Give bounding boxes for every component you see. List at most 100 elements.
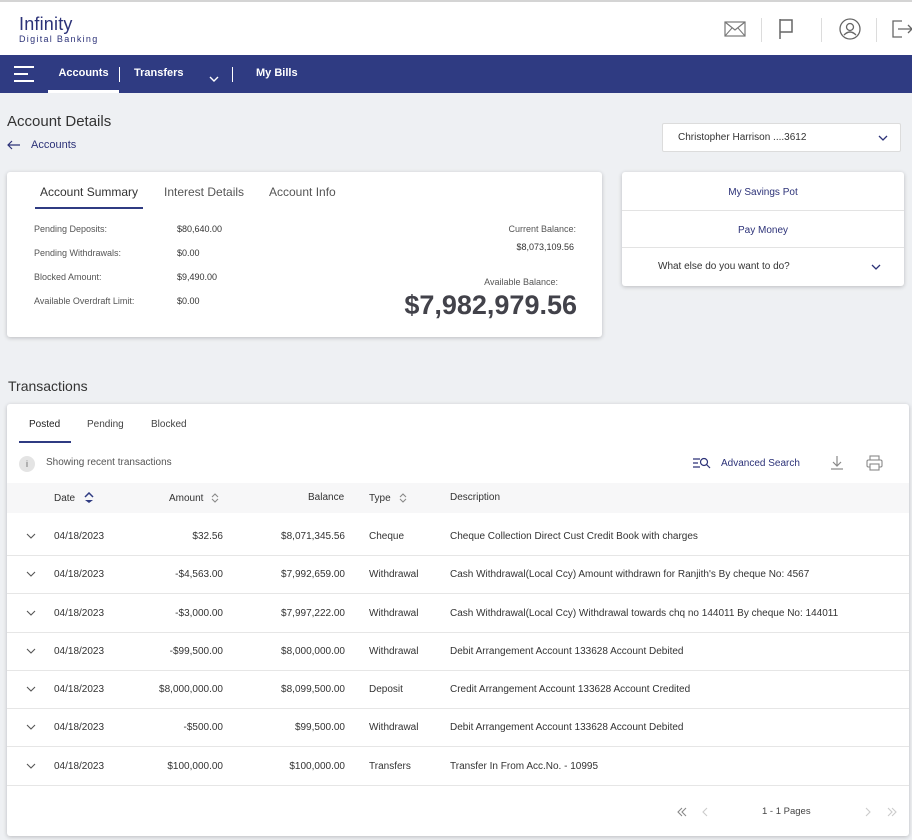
cell-date: 04/18/2023	[54, 722, 105, 733]
cell-description: Cheque Collection Direct Cust Credit Boo…	[450, 531, 698, 542]
chevron-down-icon[interactable]	[26, 686, 36, 693]
cell-amount: $32.56	[192, 531, 223, 542]
cell-date: 04/18/2023	[54, 608, 105, 619]
table-row[interactable]: 04/18/2023 $32.56 $8,071,345.56 Cheque Chequ…	[7, 518, 909, 556]
chevron-down-icon[interactable]	[26, 610, 36, 617]
nav-divider	[232, 67, 233, 82]
cell-description: Cash Withdrawal(Local Ccy) Withdrawal to…	[450, 608, 839, 619]
column-header-date[interactable]: Date	[54, 492, 96, 504]
table-row[interactable]: 04/18/2023 -$99,500.00 $8,000,000.00 Withdr…	[7, 633, 909, 671]
chevron-down-icon	[878, 135, 888, 141]
tab-account-summary[interactable]: Account Summary	[40, 185, 138, 199]
column-date-label: Date	[54, 492, 76, 504]
logo-title: Infinity	[19, 14, 73, 34]
cell-type: Withdrawal	[369, 569, 419, 580]
pagination-text: 1 - 1 Pages	[762, 806, 811, 817]
pay-money-link[interactable]: Pay Money	[622, 225, 904, 236]
overdraft-limit-value: $0.00	[177, 296, 200, 306]
print-icon[interactable]	[866, 455, 883, 476]
overdraft-limit-label: Available Overdraft Limit:	[34, 296, 135, 306]
tab-blocked[interactable]: Blocked	[151, 419, 187, 430]
cell-type: Transfers	[369, 761, 411, 772]
table-row[interactable]: 04/18/2023 $8,000,000.00 $8,099,500.00 Depo…	[7, 671, 909, 709]
breadcrumb[interactable]: Accounts	[7, 139, 76, 151]
my-savings-pot-link[interactable]: My Savings Pot	[622, 187, 904, 198]
current-balance-label: Current Balance:	[508, 224, 576, 234]
user-icon[interactable]	[838, 17, 862, 41]
tab-interest-details[interactable]: Interest Details	[164, 185, 244, 199]
cell-date: 04/18/2023	[54, 646, 105, 657]
chevron-down-icon[interactable]	[26, 724, 36, 731]
hamburger-menu-icon[interactable]	[14, 65, 36, 83]
chevron-down-icon[interactable]	[26, 763, 36, 770]
chevron-down-icon[interactable]	[26, 533, 36, 540]
pagination: 1 - 1 Pages	[7, 803, 909, 823]
logout-icon[interactable]	[889, 17, 912, 41]
last-page-icon[interactable]	[886, 807, 898, 817]
cell-balance: $8,099,500.00	[281, 684, 345, 695]
table-row[interactable]: 04/18/2023 -$500.00 $99,500.00 Withdrawal De…	[7, 709, 909, 747]
download-icon[interactable]	[829, 455, 845, 476]
pending-withdrawals-value: $0.00	[177, 248, 200, 258]
chevron-down-icon[interactable]	[26, 571, 36, 578]
mail-icon[interactable]	[723, 17, 747, 41]
cell-type: Withdrawal	[369, 646, 419, 657]
current-balance-value: $8,073,109.56	[516, 242, 574, 252]
tab-posted[interactable]: Posted	[29, 419, 60, 430]
nav-my-bills[interactable]: My Bills	[256, 55, 298, 93]
filter-search-icon	[693, 457, 711, 469]
table-row[interactable]: 04/18/2023 -$4,563.00 $7,992,659.00 Withdra…	[7, 556, 909, 594]
chevron-down-icon[interactable]	[26, 648, 36, 655]
table-row[interactable]: 04/18/2023 -$3,000.00 $7,997,222.00 Withdra…	[7, 595, 909, 633]
flag-icon[interactable]	[776, 17, 800, 41]
main-nav: Accounts Transfers My Bills	[0, 55, 912, 93]
cell-date: 04/18/2023	[54, 569, 105, 580]
info-icon: i	[19, 456, 35, 472]
active-tab-indicator	[19, 441, 71, 443]
cell-type: Withdrawal	[369, 608, 419, 619]
cell-balance: $8,000,000.00	[281, 646, 345, 657]
next-page-icon[interactable]	[863, 807, 873, 817]
nav-transfers[interactable]: Transfers	[134, 55, 184, 93]
cell-amount: $8,000,000.00	[159, 684, 223, 695]
cell-description: Debit Arrangement Account 133628 Account…	[450, 646, 684, 657]
nav-accounts[interactable]: Accounts	[48, 55, 119, 93]
cell-balance: $7,992,659.00	[281, 569, 345, 580]
tab-pending[interactable]: Pending	[87, 419, 124, 430]
account-selector[interactable]: Christopher Harrison ....3612	[662, 123, 901, 152]
column-type-label: Type	[369, 492, 391, 504]
logo-subtitle: Digital Banking	[19, 34, 99, 44]
chevron-down-icon[interactable]	[209, 70, 219, 88]
header-divider	[821, 18, 822, 42]
logo[interactable]: Infinity Digital Banking	[19, 14, 99, 44]
chevron-down-icon	[871, 264, 881, 270]
column-amount-label: Amount	[169, 492, 204, 504]
table-row[interactable]: 04/18/2023 $100,000.00 $100,000.00 Transfer…	[7, 748, 909, 786]
blocked-amount-value: $9,490.00	[177, 272, 218, 282]
breadcrumb-accounts-link[interactable]: Accounts	[31, 139, 76, 151]
cell-amount: -$3,000.00	[175, 608, 223, 619]
cell-type: Deposit	[369, 684, 403, 695]
nav-divider	[119, 67, 120, 82]
pending-deposits-label: Pending Deposits:	[34, 224, 108, 234]
column-header-amount[interactable]: Amount	[169, 492, 220, 504]
more-actions-dropdown[interactable]: What else do you want to do?	[622, 248, 904, 286]
active-tab-indicator	[35, 207, 143, 209]
cell-date: 04/18/2023	[54, 531, 105, 542]
blocked-amount-label: Blocked Amount:	[34, 272, 102, 282]
previous-page-icon[interactable]	[701, 807, 711, 817]
first-page-icon[interactable]	[676, 807, 688, 817]
tab-account-info[interactable]: Account Info	[269, 185, 336, 199]
page-title: Account Details	[7, 113, 112, 130]
arrow-left-icon	[7, 140, 20, 150]
column-header-description: Description	[450, 492, 500, 503]
account-summary-card: Account Summary Interest Details Account…	[7, 172, 602, 337]
pending-withdrawals-label: Pending Withdrawals:	[34, 248, 122, 258]
advanced-search-button[interactable]: Advanced Search	[693, 457, 800, 469]
top-bar: Infinity Digital Banking	[0, 0, 912, 55]
column-header-type[interactable]: Type	[369, 492, 408, 504]
sort-active-icon	[84, 492, 94, 503]
cell-date: 04/18/2023	[54, 684, 105, 695]
available-balance-label: Available Balance:	[484, 277, 558, 287]
cell-amount: -$4,563.00	[175, 569, 223, 580]
